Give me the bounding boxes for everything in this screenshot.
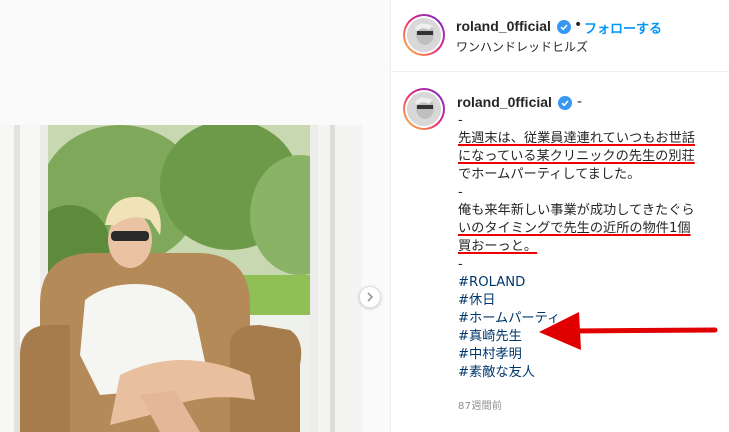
caption-line: 俺も来年新しい事業が成功してきたぐら	[458, 203, 695, 218]
caption-username-suffix: -	[577, 94, 583, 110]
caption-line: でホームパーティしてました。	[458, 167, 641, 182]
follow-button[interactable]: フォローする	[584, 18, 662, 37]
hashtag-link[interactable]: #素敵な友人	[458, 364, 723, 382]
avatar[interactable]	[403, 14, 445, 56]
caption-avatar[interactable]	[403, 88, 445, 130]
caption-line: -	[458, 257, 463, 272]
caption-line: -	[458, 185, 463, 200]
caption-line: -	[458, 113, 463, 128]
caption-line: 先週末は、従業員達連れていつもお世話	[458, 131, 695, 146]
header-username-link[interactable]: roland_0fficial	[456, 18, 551, 34]
separator-dot: •	[574, 17, 583, 33]
caption-line: いのタイミングで先生の近所の物件1個	[458, 221, 691, 236]
caption-line: 買おーっと。	[458, 239, 538, 254]
caption-line: になっている某クリニックの先生の別荘	[458, 149, 695, 164]
red-arrow-annotation	[539, 312, 718, 350]
hashtag-link[interactable]: #ROLAND	[458, 274, 723, 292]
post-photo	[0, 125, 362, 432]
caption-username-link[interactable]: roland_0fficial	[457, 94, 552, 110]
post-header: roland_0fficial • フォローする ワンハンドレッドヒルズ	[391, 0, 729, 72]
next-image-button[interactable]	[359, 286, 381, 308]
verified-icon	[558, 96, 572, 110]
post-side-panel: roland_0fficial • フォローする ワンハンドレッドヒルズ rol…	[391, 0, 729, 432]
location-link[interactable]: ワンハンドレッドヒルズ	[456, 38, 588, 55]
verified-icon	[557, 20, 571, 34]
post-timestamp: 87週間前	[458, 401, 503, 412]
chevron-right-icon	[367, 292, 374, 302]
photo-illustration	[0, 125, 362, 432]
post-media-area	[0, 0, 390, 432]
